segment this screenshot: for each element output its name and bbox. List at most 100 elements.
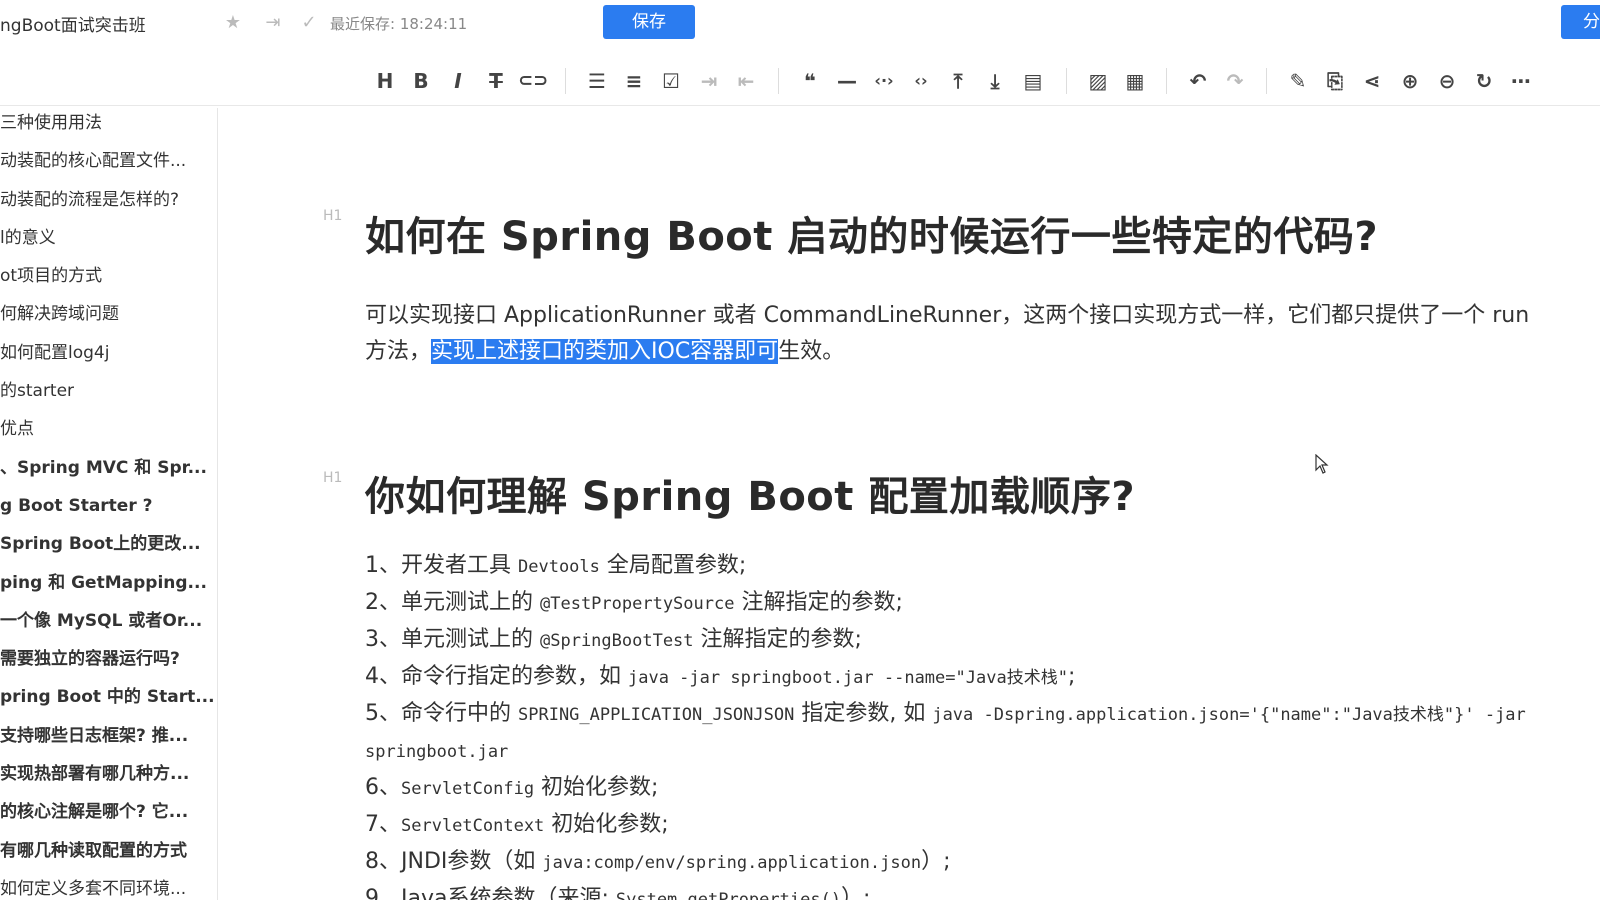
inline-code: Devtools [518,557,600,577]
bold-icon[interactable]: B [406,66,436,96]
list-item[interactable]: 3、单元测试上的 @SpringBootTest 注解指定的参数; [365,622,1545,659]
list-item[interactable]: 6、ServletConfig 初始化参数; [365,770,1545,807]
outline-item[interactable]: ping 和 GetMapping... [0,568,217,606]
list-item[interactable]: 5、命令行中的 SPRING_APPLICATION_JSONJSON 指定参数… [365,696,1545,770]
list-item-text: 8、JNDI参数（如 [365,849,543,874]
inline-code: java:comp/env/spring.application.json [542,853,922,873]
outline-item[interactable]: 需要独立的容器运行吗? [0,644,217,682]
list-item[interactable]: 9、Java系统参数（来源: System.getProperties()）; [365,881,1545,900]
outline-item[interactable]: 有哪几种读取配置的方式 [0,836,217,874]
outline-item[interactable]: 、Spring MVC 和 Spr... [0,453,217,491]
list-item-text: 初始化参数; [534,775,659,800]
inline-code: System.getProperties() [615,890,842,900]
top-bar: ngBoot面试突击班 ★ ⇥ ✓ 最近保存: 18:24:11 保存 分 [0,0,1600,46]
list-item-text: 全局配置参数; [599,553,747,578]
section-heading[interactable]: 你如何理解 Spring Boot 配置加载顺序? [365,464,1135,522]
inline-code: ServletContext [401,816,545,836]
outline-item[interactable]: 三种使用用法 [0,108,217,146]
save-status: 最近保存: 18:24:11 [330,15,468,33]
selected-text[interactable]: 实现上述接口的类加入IOC容器即可 [431,339,779,364]
zoom-out-icon[interactable]: ⊖ [1432,66,1462,96]
outline-item[interactable]: 动装配的核心配置文件... [0,146,217,184]
inline-code: @SpringBootTest [540,631,694,651]
section-heading[interactable]: 如何在 Spring Boot 启动的时候运行一些特定的代码? [365,204,1378,262]
insert-after-icon[interactable]: ⤓ [980,66,1010,96]
insert-before-icon[interactable]: ⤒ [943,66,973,96]
toolbar-divider [1166,68,1167,94]
list-item-text: 注解指定的参数; [734,590,903,615]
outline-item[interactable]: 何解决跨域问题 [0,299,217,337]
edit-pencil-icon[interactable]: ✎ [1283,66,1313,96]
share-button[interactable]: 分 [1561,5,1600,39]
undo-icon[interactable]: ↶ [1183,66,1213,96]
outline-item[interactable]: 如何定义多套不同环境... [0,874,217,900]
list-item[interactable]: 8、JNDI参数（如 java:comp/env/spring.applicat… [365,844,1545,881]
horizontal-rule-icon[interactable]: — [832,66,862,96]
mouse-cursor-icon [1315,454,1329,474]
save-button[interactable]: 保存 [603,5,695,39]
italic-icon[interactable]: I [443,66,473,96]
zoom-in-icon[interactable]: ⊕ [1395,66,1425,96]
bullet-list-icon[interactable]: ☰ [582,66,612,96]
outline-item[interactable]: 支持哪些日志框架? 推... [0,721,217,759]
paragraph-text: 生效。 [778,339,845,364]
outline-sidebar: 三种使用用法 动装配的核心配置文件... 动装配的流程是怎样的? l的意义 ot项目的方… [0,108,218,900]
outdent-icon[interactable]: ⇤ [731,66,761,96]
list-item-text: 4、命令行指定的参数，如 [365,664,628,689]
strikethrough-icon[interactable]: T [481,66,511,96]
outline-item[interactable]: l的意义 [0,223,217,261]
outline-item[interactable]: 的核心注解是哪个? 它... [0,797,217,835]
indent-icon[interactable]: ⇥ [694,66,724,96]
outline-item[interactable]: 动装配的流程是怎样的? [0,185,217,223]
outline-item[interactable]: pring Boot 中的 Start... [0,682,217,720]
outline-item[interactable]: ot项目的方式 [0,261,217,299]
editor-content[interactable]: H1 如何在 Spring Boot 启动的时候运行一些特定的代码? 可以实现接… [219,108,1600,900]
list-item[interactable]: 4、命令行指定的参数，如 java -jar springboot.jar --… [365,659,1545,696]
star-icon[interactable]: ★ [222,12,244,34]
inline-code-icon[interactable]: ‹·› [869,66,899,96]
code-file-icon[interactable]: ⎘ [1320,66,1350,96]
inline-code: java -jar springboot.jar --name="Java技术栈… [628,668,1068,688]
list-item-text: 指定参数, 如 [794,701,933,726]
heading-icon[interactable]: H [370,66,400,96]
outline-item[interactable]: 的starter [0,376,217,414]
outline-item[interactable]: 实现热部署有哪几种方... [0,759,217,797]
list-item-text: 7、 [365,812,401,837]
ordered-list-icon[interactable]: ≡ [619,66,649,96]
refresh-icon[interactable]: ↻ [1469,66,1499,96]
list-item-text: ）; [921,849,951,874]
list-item[interactable]: 7、ServletContext 初始化参数; [365,807,1545,844]
toolbar-divider [778,68,779,94]
outline-item[interactable]: Spring Boot上的更改... [0,529,217,567]
quote-icon[interactable]: ❝ [795,66,825,96]
task-list-icon[interactable]: ☑ [656,66,686,96]
list-item-text: 注解指定的参数; [693,627,862,652]
toolbar-divider [565,68,566,94]
share-nodes-icon[interactable]: ⋖ [1357,66,1387,96]
list-item-text: ; [1067,664,1076,689]
code-block-icon[interactable]: ‹› [906,66,936,96]
image-icon[interactable]: ▨ [1083,66,1113,96]
outline-item[interactable]: 优点 [0,414,217,452]
outline-item[interactable]: g Boot Starter ? [0,491,217,529]
list-item-text: 3、单元测试上的 [365,627,540,652]
outline-item[interactable]: 如何配置log4j [0,338,217,376]
list-item[interactable]: 2、单元测试上的 @TestPropertySource 注解指定的参数; [365,585,1545,622]
redo-icon[interactable]: ↷ [1220,66,1250,96]
inline-code: ServletConfig [401,779,535,799]
inline-code: @TestPropertySource [540,594,735,614]
heading-level-tag: H1 [323,208,343,224]
editor-toolbar: H B I T ⊂⊃ ☰ ≡ ☑ ⇥ ⇤ ❝ — ‹·› ‹› ⤒ ⤓ ▤ ▨ … [0,60,1600,106]
more-icon[interactable]: ⋯ [1506,66,1536,96]
heading-level-tag: H1 [323,470,343,486]
table-of-contents-icon[interactable]: ▤ [1018,66,1048,96]
toolbar-divider [1066,68,1067,94]
move-folder-icon[interactable]: ⇥ [262,12,284,34]
ordered-list: 1、开发者工具 Devtools 全局配置参数; 2、单元测试上的 @TestPr… [365,548,1545,900]
document-title[interactable]: ngBoot面试突击班 [0,11,146,36]
table-icon[interactable]: ▦ [1120,66,1150,96]
section-paragraph[interactable]: 可以实现接口 ApplicationRunner 或者 CommandLineR… [365,298,1545,370]
list-item[interactable]: 1、开发者工具 Devtools 全局配置参数; [365,548,1545,585]
link-icon[interactable]: ⊂⊃ [518,66,548,96]
outline-item[interactable]: 一个像 MySQL 或者Or... [0,606,217,644]
